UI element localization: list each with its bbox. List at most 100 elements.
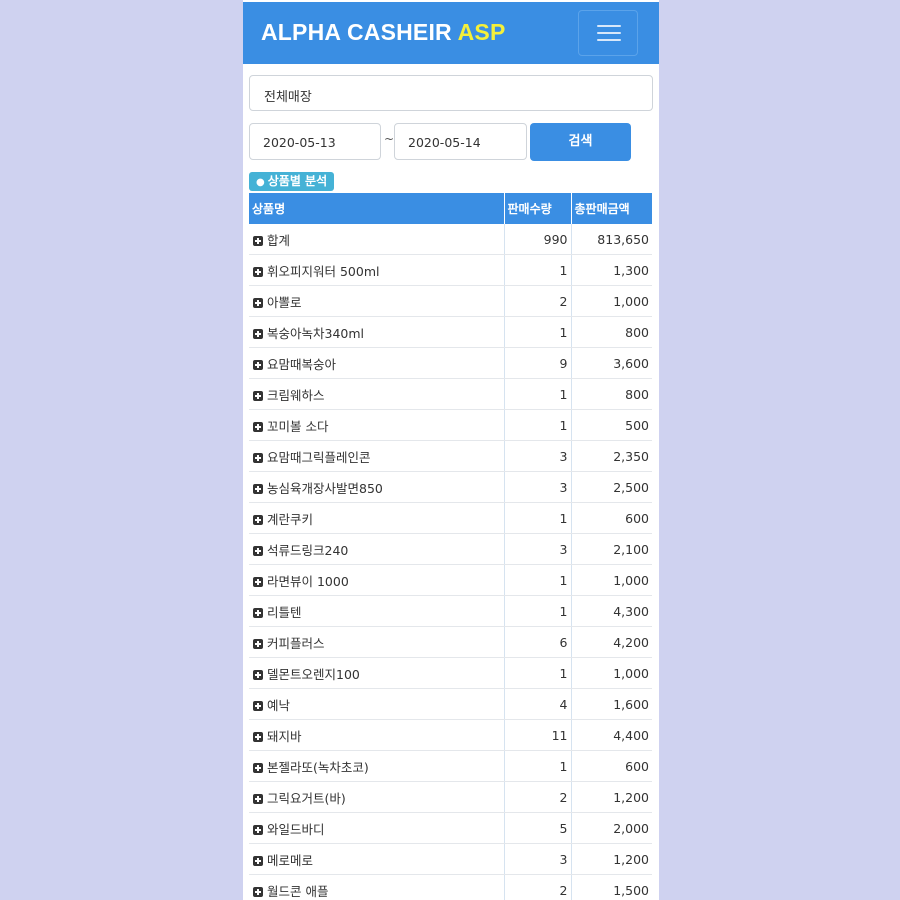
quantity-cell: 1 — [504, 657, 572, 689]
quantity-cell: 2 — [504, 781, 572, 813]
product-name: 메로메로 — [267, 852, 314, 868]
table-row[interactable]: 와일드바디 5 2,000 — [249, 812, 652, 844]
product-name-cell: 요맘때복숭아 — [249, 347, 505, 379]
brand-accent-text: ASP — [457, 19, 506, 45]
product-name: 계란쿠키 — [267, 511, 314, 527]
product-name-cell: 커피플러스 — [249, 626, 505, 658]
plus-square-icon[interactable] — [253, 545, 263, 556]
quantity-cell: 1 — [504, 595, 572, 627]
table-row[interactable]: 요맘때복숭아 9 3,600 — [249, 347, 652, 379]
table-row[interactable]: 석류드링크240 3 2,100 — [249, 533, 652, 565]
product-name-cell: 휘오피지워터 500ml — [249, 254, 505, 286]
plus-square-icon[interactable] — [253, 266, 263, 277]
quantity-cell: 1 — [504, 750, 572, 782]
product-name: 아뽈로 — [267, 294, 302, 310]
quantity-cell: 1 — [504, 378, 572, 410]
product-name-cell: 석류드링크240 — [249, 533, 505, 565]
plus-square-icon[interactable] — [253, 762, 263, 773]
quantity-cell: 3 — [504, 440, 572, 472]
plus-square-icon[interactable] — [253, 793, 263, 804]
amount-cell: 1,300 — [571, 254, 652, 286]
table-row[interactable]: 월드콘 애플 2 1,500 — [249, 874, 652, 900]
product-name: 휘오피지워터 500ml — [267, 263, 380, 279]
quantity-cell: 11 — [504, 719, 572, 751]
brand-logo[interactable]: ALPHA CASHEIR ASP — [261, 19, 506, 46]
product-name: 합계 — [267, 232, 291, 248]
amount-cell: 800 — [571, 378, 652, 410]
quantity-cell: 4 — [504, 688, 572, 720]
store-select[interactable]: 전체매장 — [249, 75, 653, 111]
table-row[interactable]: 농심육개장사발면850 3 2,500 — [249, 471, 652, 503]
plus-square-icon[interactable] — [253, 390, 263, 401]
search-button[interactable]: 검색 — [530, 123, 631, 161]
quantity-cell: 6 — [504, 626, 572, 658]
column-header-amount[interactable]: 총판매금액 — [571, 193, 652, 224]
amount-cell: 600 — [571, 502, 652, 534]
product-name: 예낙 — [267, 697, 291, 713]
product-name: 농심육개장사발면850 — [267, 480, 383, 496]
product-name: 요맘때복숭아 — [267, 356, 337, 372]
product-name-cell: 본젤라또(녹차초코) — [249, 750, 505, 782]
product-name: 석류드링크240 — [267, 542, 349, 558]
table-row[interactable]: 합계 990 813,650 — [249, 224, 652, 255]
product-name: 복숭아녹차340ml — [267, 325, 365, 341]
date-from-input[interactable]: 2020-05-13 — [249, 123, 381, 160]
table-row[interactable]: 꼬미볼 소다 1 500 — [249, 409, 652, 441]
table-row[interactable]: 아뽈로 2 1,000 — [249, 285, 652, 317]
plus-square-icon[interactable] — [253, 669, 263, 680]
plus-square-icon[interactable] — [253, 421, 263, 432]
quantity-cell: 2 — [504, 874, 572, 900]
amount-cell: 2,100 — [571, 533, 652, 565]
hamburger-menu-icon[interactable] — [578, 10, 638, 56]
plus-square-icon[interactable] — [253, 483, 263, 494]
amount-cell: 4,300 — [571, 595, 652, 627]
plus-square-icon[interactable] — [253, 731, 263, 742]
table-row[interactable]: 커피플러스 6 4,200 — [249, 626, 652, 658]
table-row[interactable]: 본젤라또(녹차초코) 1 600 — [249, 750, 652, 782]
table-row[interactable]: 휘오피지워터 500ml 1 1,300 — [249, 254, 652, 286]
product-name-cell: 메로메로 — [249, 843, 505, 875]
table-row[interactable]: 예낙 4 1,600 — [249, 688, 652, 720]
column-header-product[interactable]: 상품명 — [249, 193, 505, 224]
plus-square-icon[interactable] — [253, 638, 263, 649]
table-row[interactable]: 계란쿠키 1 600 — [249, 502, 652, 534]
table-row[interactable]: 델몬트오렌지100 1 1,000 — [249, 657, 652, 689]
product-name: 리틀텐 — [267, 604, 302, 620]
table-row[interactable]: 메로메로 3 1,200 — [249, 843, 652, 875]
plus-square-icon[interactable] — [253, 514, 263, 525]
plus-square-icon[interactable] — [253, 452, 263, 463]
product-name: 와일드바디 — [267, 821, 325, 837]
product-sales-table: 상품명 판매수량 총판매금액 합계 990 813,650 휘오피지워터 500ml 1… — [249, 193, 652, 900]
table-row[interactable]: 요맘때그릭플레인콘 3 2,350 — [249, 440, 652, 472]
amount-cell: 2,350 — [571, 440, 652, 472]
amount-cell: 4,200 — [571, 626, 652, 658]
product-name: 본젤라또(녹차초코) — [267, 759, 369, 775]
plus-square-icon[interactable] — [253, 235, 263, 246]
amount-cell: 3,600 — [571, 347, 652, 379]
table-row[interactable]: 그릭요거트(바) 2 1,200 — [249, 781, 652, 813]
column-header-quantity[interactable]: 판매수량 — [504, 193, 572, 224]
product-name: 요맘때그릭플레인콘 — [267, 449, 371, 465]
bullet-icon: ● — [256, 177, 265, 188]
plus-square-icon[interactable] — [253, 607, 263, 618]
amount-cell: 1,200 — [571, 843, 652, 875]
plus-square-icon[interactable] — [253, 359, 263, 370]
table-row[interactable]: 라면뷰이 1000 1 1,000 — [249, 564, 652, 596]
amount-cell: 500 — [571, 409, 652, 441]
product-name-cell: 합계 — [249, 224, 505, 255]
date-to-input[interactable]: 2020-05-14 — [394, 123, 527, 160]
quantity-cell: 1 — [504, 502, 572, 534]
plus-square-icon[interactable] — [253, 328, 263, 339]
plus-square-icon[interactable] — [253, 700, 263, 711]
plus-square-icon[interactable] — [253, 576, 263, 587]
table-row[interactable]: 돼지바 11 4,400 — [249, 719, 652, 751]
plus-square-icon[interactable] — [253, 886, 263, 897]
table-row[interactable]: 리틀텐 1 4,300 — [249, 595, 652, 627]
product-name: 꼬미볼 소다 — [267, 418, 329, 434]
product-name-cell: 요맘때그릭플레인콘 — [249, 440, 505, 472]
plus-square-icon[interactable] — [253, 855, 263, 866]
plus-square-icon[interactable] — [253, 824, 263, 835]
plus-square-icon[interactable] — [253, 297, 263, 308]
table-row[interactable]: 복숭아녹차340ml 1 800 — [249, 316, 652, 348]
table-row[interactable]: 크림웨하스 1 800 — [249, 378, 652, 410]
